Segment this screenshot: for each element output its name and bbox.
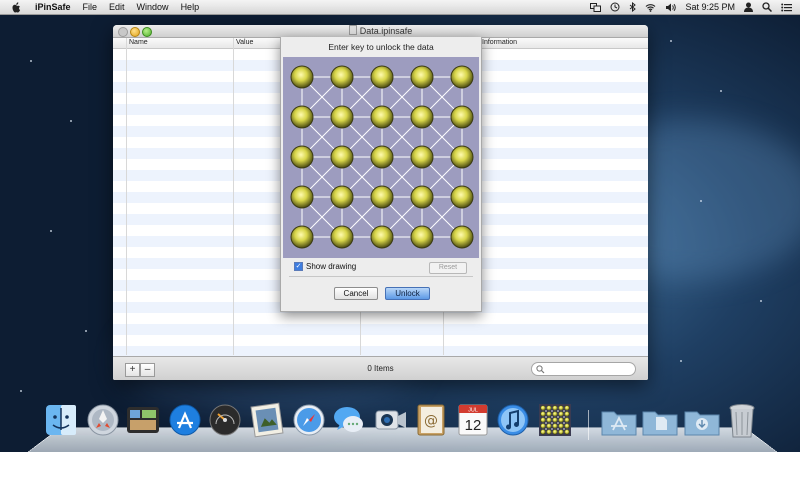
safari-icon[interactable] [292, 402, 326, 438]
show-drawing-label: Show drawing [306, 262, 357, 271]
pin-22[interactable] [330, 225, 354, 249]
remove-item-button[interactable]: – [140, 363, 155, 377]
pattern-pad[interactable] [283, 57, 479, 258]
help-menu[interactable]: Help [181, 0, 200, 14]
pin-5[interactable] [450, 65, 474, 89]
facetime-icon[interactable] [374, 402, 408, 438]
pin-1[interactable] [290, 65, 314, 89]
window-title: Data.ipinsafe [113, 25, 648, 37]
finder-icon[interactable] [44, 402, 78, 438]
status-area: Sat 9:25 PM [581, 0, 792, 14]
calendar-day: 12 [465, 417, 482, 434]
show-drawing-checkbox[interactable]: ✓ Show drawing [294, 262, 356, 271]
file-menu[interactable]: File [83, 0, 98, 14]
ipinsafe-icon[interactable] [538, 402, 572, 438]
pin-10[interactable] [450, 105, 474, 129]
app-menu[interactable]: iPinSafe [35, 0, 71, 14]
pin-20[interactable] [450, 185, 474, 209]
desktop: iPinSafe File Edit Window Help Sat 9:25 … [0, 0, 800, 452]
separator [289, 276, 473, 277]
clock[interactable]: Sat 9:25 PM [685, 2, 735, 12]
messages-icon[interactable] [332, 402, 366, 438]
calendar-icon[interactable]: JUL 12 [456, 402, 490, 438]
pin-13[interactable] [370, 145, 394, 169]
window-title-text: Data.ipinsafe [359, 26, 413, 36]
downloads-folder-icon[interactable] [683, 402, 720, 438]
pin-3[interactable] [370, 65, 394, 89]
checkmark-icon[interactable]: ✓ [294, 262, 303, 271]
mission-control-icon[interactable] [126, 402, 160, 438]
pin-6[interactable] [290, 105, 314, 129]
pin-24[interactable] [410, 225, 434, 249]
notification-center-icon[interactable] [781, 3, 792, 12]
column-header-name[interactable]: Name [129, 38, 148, 48]
add-item-button[interactable]: + [125, 363, 140, 377]
apple-menu-icon[interactable] [12, 1, 21, 13]
search-icon [536, 364, 545, 373]
applications-folder-icon[interactable] [600, 402, 637, 438]
display-mirror-icon[interactable] [590, 2, 602, 12]
wifi-icon[interactable] [645, 3, 656, 12]
dashboard-icon[interactable] [208, 402, 242, 438]
menu-bar: iPinSafe File Edit Window Help Sat 9:25 … [0, 0, 800, 15]
bluetooth-icon[interactable] [629, 2, 637, 12]
bottom-bar: 0 Items + – [113, 356, 648, 380]
preview-icon[interactable] [250, 402, 284, 438]
column-header-value[interactable]: Value [236, 38, 253, 48]
edit-menu[interactable]: Edit [109, 0, 125, 14]
calendar-month: JUL [468, 408, 478, 414]
pin-19[interactable] [410, 185, 434, 209]
itunes-icon[interactable] [496, 402, 530, 438]
column-divider [233, 38, 234, 355]
app-store-icon[interactable] [168, 402, 202, 438]
pin-14[interactable] [410, 145, 434, 169]
search-field[interactable] [531, 362, 636, 376]
unlock-button[interactable]: Unlock [385, 287, 430, 300]
dock-separator [588, 410, 589, 440]
time-machine-icon[interactable] [610, 2, 620, 12]
column-divider [126, 38, 127, 355]
pin-9[interactable] [410, 105, 434, 129]
pin-12[interactable] [330, 145, 354, 169]
volume-icon[interactable] [665, 3, 677, 12]
contacts-icon[interactable]: @ [414, 402, 448, 438]
svg-text:@: @ [424, 413, 438, 429]
pin-18[interactable] [370, 185, 394, 209]
pin-2[interactable] [330, 65, 354, 89]
user-icon[interactable] [744, 2, 753, 12]
table-row[interactable] [113, 324, 648, 335]
sheet-title: Enter key to unlock the data [328, 42, 434, 52]
spotlight-icon[interactable] [762, 2, 772, 12]
cancel-button[interactable]: Cancel [334, 287, 378, 300]
pin-8[interactable] [370, 105, 394, 129]
trash-icon[interactable] [726, 402, 760, 438]
pin-25[interactable] [450, 225, 474, 249]
pin-7[interactable] [330, 105, 354, 129]
unlock-sheet: Enter key to unlock the data ✓ Show draw… [280, 37, 482, 312]
window-menu[interactable]: Window [137, 0, 169, 14]
column-header-information[interactable]: Information [482, 38, 517, 48]
pin-4[interactable] [410, 65, 434, 89]
pin-16[interactable] [290, 185, 314, 209]
pin-17[interactable] [330, 185, 354, 209]
document-icon [348, 25, 357, 35]
documents-folder-icon[interactable] [641, 402, 678, 438]
launchpad-icon[interactable] [86, 402, 120, 438]
pin-21[interactable] [290, 225, 314, 249]
table-row[interactable] [113, 313, 648, 324]
reset-button[interactable]: Reset [429, 262, 467, 274]
table-row[interactable] [113, 335, 648, 346]
pin-15[interactable] [450, 145, 474, 169]
pin-23[interactable] [370, 225, 394, 249]
pin-grid[interactable] [283, 57, 479, 258]
pin-11[interactable] [290, 145, 314, 169]
